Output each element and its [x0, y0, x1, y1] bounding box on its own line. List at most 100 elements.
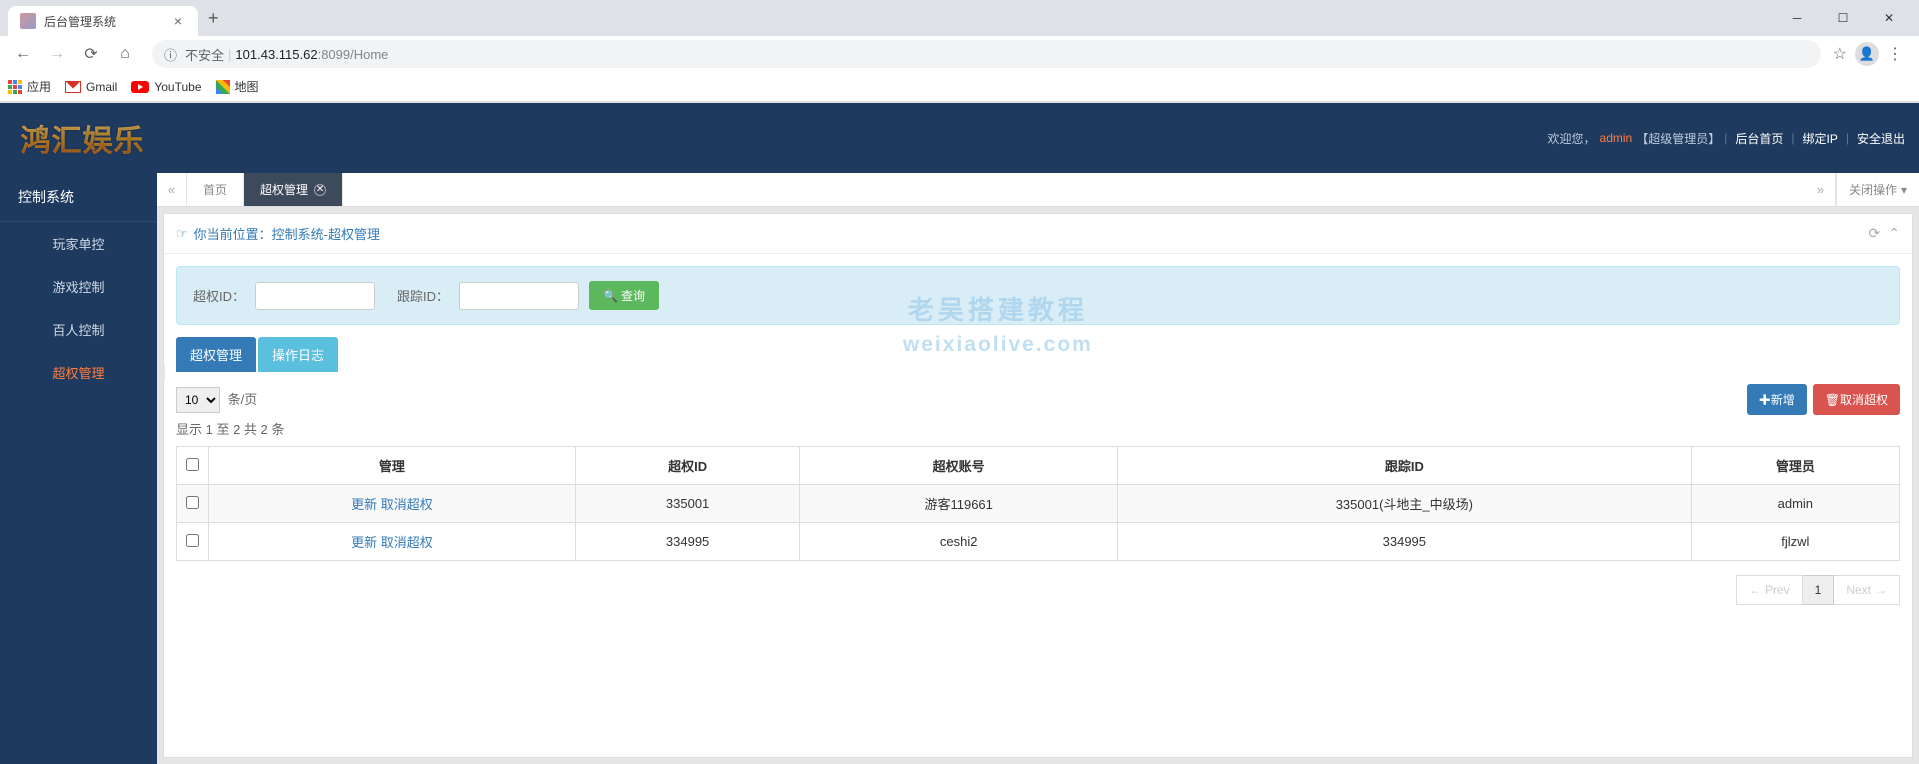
- close-operations-dropdown[interactable]: 关闭操作 ▾: [1836, 173, 1919, 206]
- track-id-input[interactable]: [459, 282, 579, 310]
- profile-avatar[interactable]: 👤: [1855, 42, 1879, 66]
- content-panel: ☞ 你当前位置：控制系统-超权管理 ⟳ ⌃ 超权ID： 跟踪ID： 🔍查询 超权…: [163, 213, 1913, 758]
- subtab-super-manage[interactable]: 超权管理: [176, 337, 256, 372]
- logout-link[interactable]: 安全退出: [1853, 128, 1909, 149]
- maximize-button[interactable]: ☐: [1829, 11, 1857, 25]
- minimize-button[interactable]: ─: [1783, 11, 1811, 25]
- data-table: 管理 超权ID 超权账号 跟踪ID 管理员 更新 取消超权 335: [176, 446, 1900, 561]
- cancel-super-button[interactable]: 🗑取消超权: [1813, 384, 1900, 415]
- tab-scroll-left-icon[interactable]: «: [157, 173, 187, 206]
- bookmark-youtube[interactable]: YouTube: [131, 80, 201, 94]
- sidebar-item-player-control[interactable]: 玩家单控: [0, 222, 157, 265]
- cell-account: 游客119661: [800, 485, 1118, 523]
- table-row: 更新 取消超权 335001 游客119661 335001(斗地主_中级场) …: [177, 485, 1900, 523]
- sidebar-item-game-control[interactable]: 游戏控制: [0, 265, 157, 308]
- page-1-button[interactable]: 1: [1803, 575, 1835, 605]
- content-area: « 首页 超权管理 ✕ » 关闭操作 ▾ ☞ 你当前位置：控制系统-超权管理: [157, 173, 1919, 764]
- url-field[interactable]: ⓘ 不安全 | 101.43.115.62:8099/Home: [152, 40, 1821, 68]
- update-link[interactable]: 更新: [351, 497, 377, 512]
- col-account: 超权账号: [800, 447, 1118, 485]
- cell-track: 334995: [1118, 523, 1692, 561]
- prev-button[interactable]: ← Prev: [1736, 575, 1803, 605]
- page-size-label: 条/页: [228, 392, 258, 407]
- back-button[interactable]: ←: [8, 39, 38, 69]
- welcome-text: 欢迎您，: [1548, 130, 1596, 147]
- super-id-label: 超权ID：: [193, 286, 245, 305]
- table-row: 更新 取消超权 334995 ceshi2 334995 fjlzwl: [177, 523, 1900, 561]
- sub-tabs: 超权管理 操作日志: [176, 337, 1900, 372]
- super-id-input[interactable]: [255, 282, 375, 310]
- cell-super-id: 334995: [575, 523, 800, 561]
- sidebar: 控制系统 玩家单控 游戏控制 百人控制 超权管理: [0, 173, 157, 764]
- cell-super-id: 335001: [575, 485, 800, 523]
- apps-shortcut[interactable]: 应用: [8, 78, 51, 95]
- home-link[interactable]: 后台首页: [1731, 128, 1787, 149]
- header-right: 欢迎您， admin 【超级管理员】 | 后台首页 | 绑定IP | 安全退出: [1548, 128, 1909, 149]
- row-checkbox[interactable]: [186, 534, 199, 547]
- add-button[interactable]: ✚新增: [1747, 384, 1807, 415]
- cell-admin: admin: [1691, 485, 1899, 523]
- gmail-icon: [65, 81, 81, 93]
- search-button[interactable]: 🔍查询: [589, 281, 659, 310]
- menu-icon[interactable]: ⋮: [1887, 44, 1903, 64]
- next-button[interactable]: Next →: [1834, 575, 1900, 605]
- apps-grid-icon: [8, 80, 22, 94]
- select-all-checkbox[interactable]: [186, 458, 199, 471]
- search-panel: 超权ID： 跟踪ID： 🔍查询: [176, 266, 1900, 325]
- breadcrumb: ☞ 你当前位置：控制系统-超权管理: [176, 224, 380, 243]
- search-icon: 🔍: [603, 289, 618, 303]
- track-id-label: 跟踪ID：: [397, 286, 449, 305]
- pagination: ← Prev 1 Next →: [176, 575, 1900, 605]
- close-window-button[interactable]: ✕: [1875, 11, 1903, 25]
- bookmark-gmail[interactable]: Gmail: [65, 80, 117, 94]
- main-layout: 控制系统 玩家单控 游戏控制 百人控制 超权管理 « 首页 超权管理 ✕ » 关…: [0, 173, 1919, 764]
- home-button[interactable]: ⌂: [110, 39, 140, 69]
- tab-super-manage[interactable]: 超权管理 ✕: [244, 173, 343, 206]
- page-size-select[interactable]: 10: [176, 387, 220, 413]
- cancel-link[interactable]: 取消超权: [381, 535, 433, 550]
- col-track-id: 跟踪ID: [1118, 447, 1692, 485]
- hand-point-icon: ☞: [176, 226, 188, 242]
- cell-admin: fjlzwl: [1691, 523, 1899, 561]
- admin-role: 【超级管理员】: [1636, 130, 1720, 147]
- collapse-icon[interactable]: ⌃: [1888, 225, 1900, 242]
- cancel-link[interactable]: 取消超权: [381, 497, 433, 512]
- insecure-label: 不安全: [185, 45, 224, 64]
- info-icon: ⓘ: [164, 45, 177, 64]
- row-checkbox[interactable]: [186, 496, 199, 509]
- col-super-id: 超权ID: [575, 447, 800, 485]
- forward-button[interactable]: →: [42, 39, 72, 69]
- app-header: 鸿汇娱乐 欢迎您， admin 【超级管理员】 | 后台首页 | 绑定IP | …: [0, 103, 1919, 173]
- url-host: 101.43.115.62: [235, 47, 317, 62]
- map-icon: [216, 80, 230, 94]
- bind-ip-link[interactable]: 绑定IP: [1799, 128, 1842, 149]
- tab-bar: 后台管理系统 × + ─ ☐ ✕: [0, 0, 1919, 36]
- browser-tab[interactable]: 后台管理系统 ×: [8, 6, 198, 36]
- tab-close-icon[interactable]: ×: [170, 13, 186, 29]
- breadcrumb-bar: ☞ 你当前位置：控制系统-超权管理 ⟳ ⌃: [164, 214, 1912, 254]
- chevron-down-icon: ▾: [1901, 183, 1907, 197]
- favicon: [20, 13, 36, 29]
- tab-scroll-right-icon[interactable]: »: [1806, 173, 1836, 206]
- sidebar-item-hundred-control[interactable]: 百人控制: [0, 308, 157, 351]
- cell-track: 335001(斗地主_中级场): [1118, 485, 1692, 523]
- tab-close-icon[interactable]: ✕: [314, 184, 326, 196]
- subtab-op-log[interactable]: 操作日志: [258, 337, 338, 372]
- reload-button[interactable]: ⟳: [76, 39, 106, 69]
- col-admin: 管理员: [1691, 447, 1899, 485]
- bookmark-bar: 应用 Gmail YouTube 地图: [0, 72, 1919, 102]
- tab-home[interactable]: 首页: [187, 173, 244, 206]
- url-path: :8099/Home: [318, 47, 389, 62]
- table-info: 显示 1 至 2 共 2 条: [176, 419, 1900, 438]
- col-manage: 管理: [209, 447, 576, 485]
- logo: 鸿汇娱乐: [10, 108, 155, 168]
- browser-chrome: 后台管理系统 × + ─ ☐ ✕ ← → ⟳ ⌂ ⓘ 不安全 | 101.43.…: [0, 0, 1919, 103]
- bookmark-maps[interactable]: 地图: [216, 78, 259, 95]
- update-link[interactable]: 更新: [351, 535, 377, 550]
- bookmark-star-icon[interactable]: ☆: [1833, 44, 1847, 64]
- sidebar-item-super-manage[interactable]: 超权管理: [0, 351, 157, 394]
- page-tabs-bar: « 首页 超权管理 ✕ » 关闭操作 ▾: [157, 173, 1919, 207]
- new-tab-button[interactable]: +: [198, 8, 229, 29]
- refresh-icon[interactable]: ⟳: [1869, 225, 1881, 242]
- table-controls: 10 条/页 ✚新增 🗑取消超权: [176, 384, 1900, 415]
